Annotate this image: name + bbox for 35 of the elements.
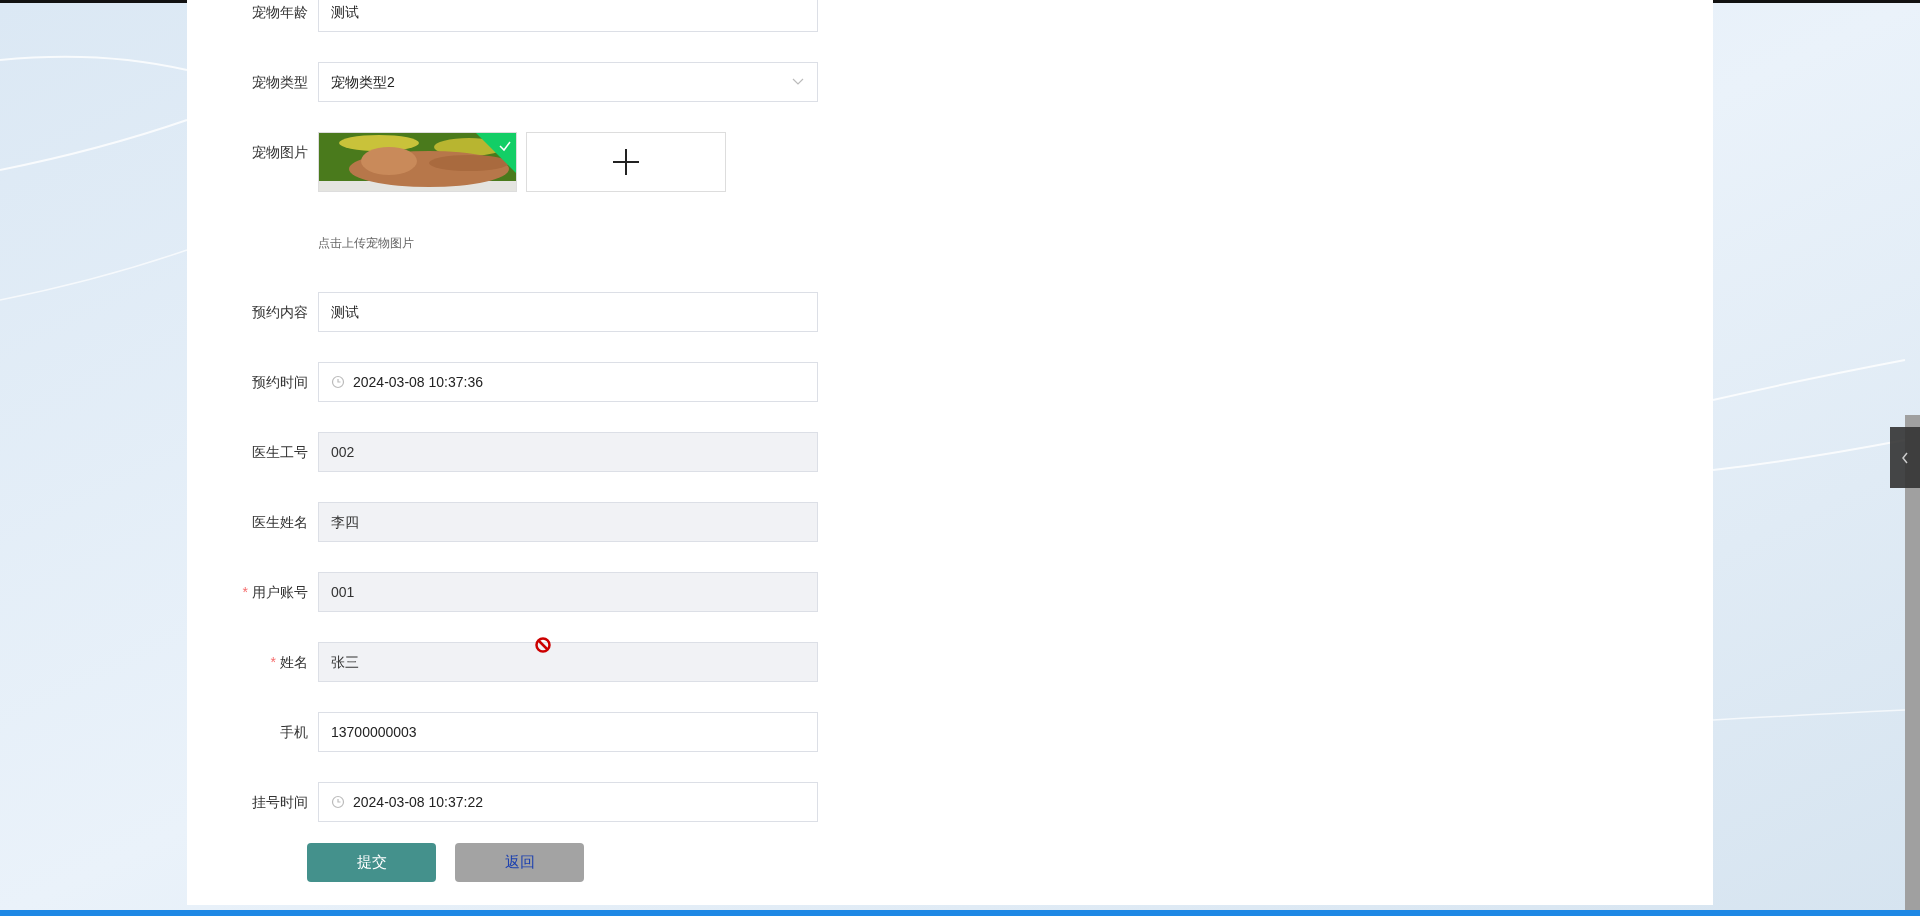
field-label: 预约内容	[252, 302, 308, 322]
clock-icon	[331, 375, 345, 389]
field-label: 宠物图片	[252, 142, 308, 162]
chevron-down-icon	[791, 77, 805, 87]
success-corner	[476, 133, 516, 173]
field-label: 姓名	[280, 652, 308, 672]
input-field[interactable]: 测试	[318, 0, 818, 32]
collapse-tab[interactable]	[1890, 427, 1920, 488]
date-time-field[interactable]: 2024-03-08 10:37:36	[318, 362, 818, 402]
required-asterisk: *	[270, 652, 276, 672]
field-label: 宠物年龄	[252, 2, 308, 22]
field-label: 预约时间	[252, 372, 308, 392]
input-field[interactable]: 测试	[318, 292, 818, 332]
chevron-left-icon	[1900, 450, 1910, 465]
input-field[interactable]: 13700000003	[318, 712, 818, 752]
back-button[interactable]: 返回	[455, 843, 584, 882]
date-time-field[interactable]: 2024-03-08 10:37:22	[318, 782, 818, 822]
input-field: 002	[318, 432, 818, 472]
input-field: 张三	[318, 642, 818, 682]
field-label: 宠物类型	[252, 72, 308, 92]
input-field: 001	[318, 572, 818, 612]
required-asterisk: *	[242, 582, 248, 602]
field-label: 医生姓名	[252, 512, 308, 532]
field-label: 手机	[280, 722, 308, 742]
field-label: 用户账号	[252, 582, 308, 602]
upload-button[interactable]	[526, 132, 726, 192]
input-field: 李四	[318, 502, 818, 542]
not-allowed-cursor-icon	[534, 636, 552, 654]
plus-icon	[611, 147, 641, 177]
field-label: 医生工号	[252, 442, 308, 462]
submit-button[interactable]: 提交	[307, 843, 436, 882]
upload-hint: 点击上传宠物图片	[318, 235, 415, 252]
clock-icon	[331, 795, 345, 809]
select-field[interactable]: 宠物类型2	[318, 62, 818, 102]
field-label: 挂号时间	[252, 792, 308, 812]
